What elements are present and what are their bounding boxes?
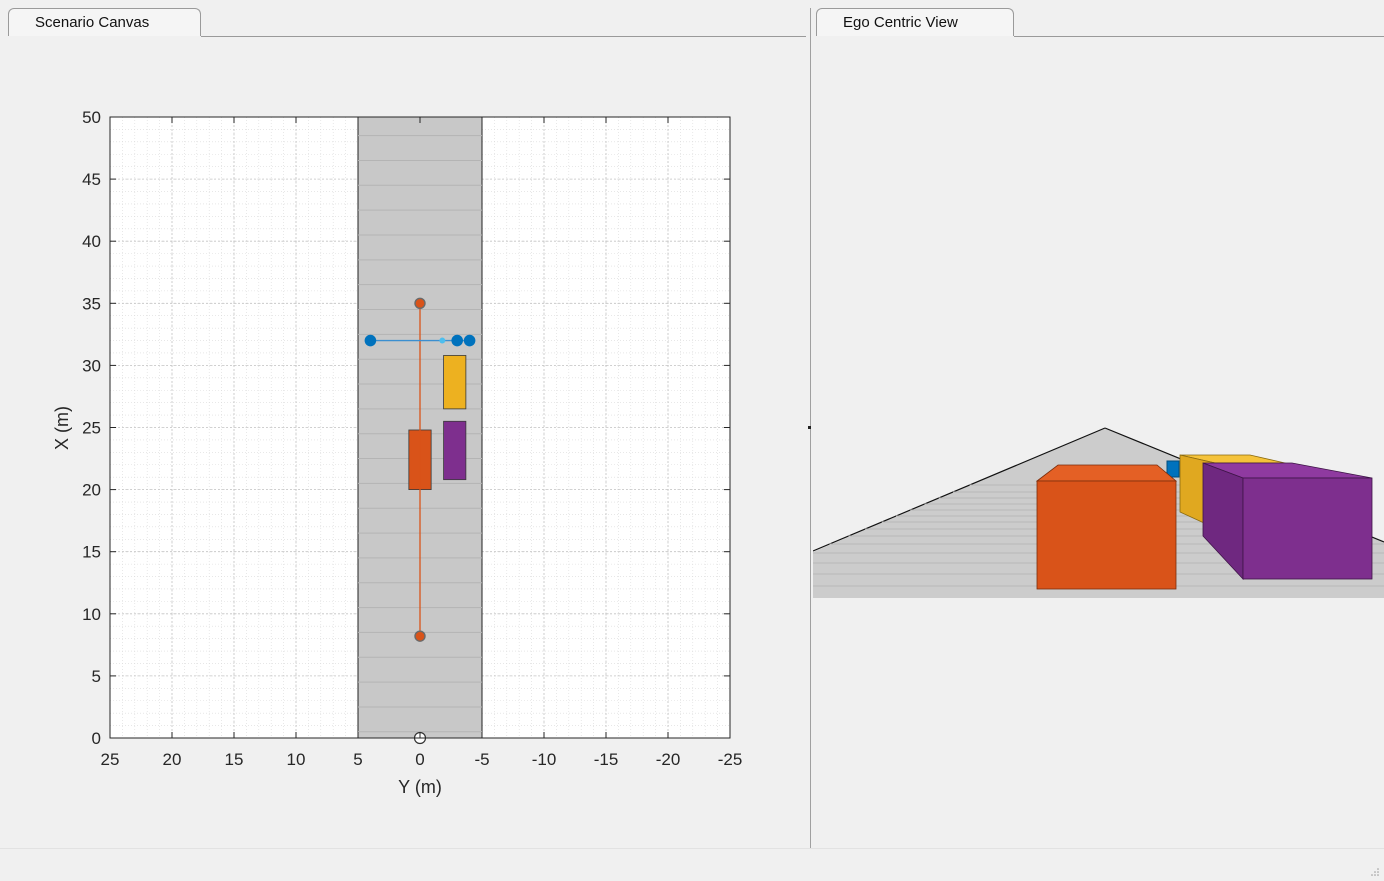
right-tab-baseline [1014, 36, 1384, 37]
y-tick-label: 45 [82, 170, 101, 189]
x-tick-label: 10 [287, 750, 306, 769]
y-tick-label: 35 [82, 294, 101, 313]
x-tick-label: -20 [656, 750, 681, 769]
y-tick-label: 30 [82, 356, 101, 375]
left-tab-baseline [201, 36, 806, 37]
x-tick-label: -5 [474, 750, 489, 769]
right-tabstrip: Ego Centric View [812, 0, 1384, 40]
y-axis-label: X (m) [52, 406, 72, 450]
tab-scenario-canvas[interactable]: Scenario Canvas [8, 8, 201, 36]
ego-view-car-purple [1202, 462, 1373, 581]
x-tick-label: -25 [718, 750, 743, 769]
x-tick-label: 5 [353, 750, 362, 769]
x-tick-label: 15 [225, 750, 244, 769]
ego-view-car-orange [1035, 464, 1178, 590]
status-bar [0, 848, 1384, 881]
ego-waypoint [414, 630, 426, 642]
ego-centric-view[interactable] [813, 420, 1384, 610]
vehicle-car-yellow [443, 355, 467, 410]
y-tick-label: 25 [82, 419, 101, 438]
y-tick-label: 5 [92, 667, 101, 686]
actor-waypoint [451, 334, 464, 347]
x-tick-label: -10 [532, 750, 557, 769]
x-tick-label: 25 [101, 750, 120, 769]
tab-scenario-canvas-label: Scenario Canvas [35, 14, 150, 31]
left-tabstrip: Scenario Canvas [0, 0, 810, 40]
actor-current-position [439, 337, 446, 344]
x-axis-label: Y (m) [398, 777, 442, 797]
vehicle-car-purple [443, 420, 467, 481]
actor-waypoint [463, 334, 476, 347]
y-tick-label: 0 [92, 729, 101, 748]
tab-ego-centric-view[interactable]: Ego Centric View [816, 8, 1014, 36]
resize-grip-icon[interactable] [1370, 867, 1380, 877]
ego-waypoint [414, 297, 426, 309]
actor-waypoint [364, 334, 377, 347]
divider-handle[interactable] [808, 426, 811, 429]
y-tick-label: 40 [82, 232, 101, 251]
y-tick-label: 50 [82, 108, 101, 127]
x-tick-label: 20 [163, 750, 182, 769]
scenario-canvas-plot[interactable]: 25 20 15 10 5 0 -5 -10 -15 -20 -250510152025303540… [0, 40, 808, 840]
x-tick-label: -15 [594, 750, 619, 769]
y-tick-label: 10 [82, 605, 101, 624]
x-tick-label: 0 [415, 750, 424, 769]
y-tick-label: 15 [82, 543, 101, 562]
y-tick-label: 20 [82, 481, 101, 500]
tab-ego-centric-view-label: Ego Centric View [843, 14, 958, 31]
